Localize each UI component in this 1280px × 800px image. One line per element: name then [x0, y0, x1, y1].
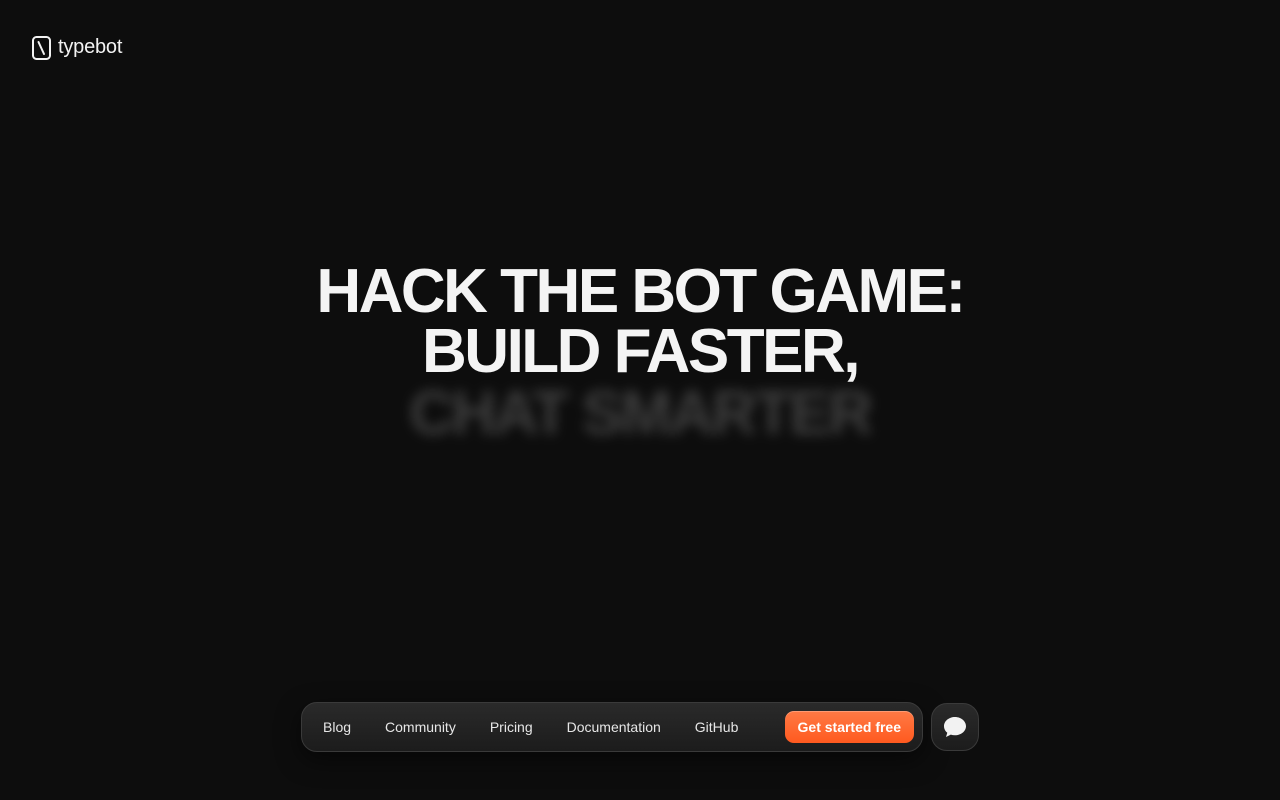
bottom-nav: Blog Community Pricing Documentation Git… [301, 702, 923, 752]
get-started-button[interactable]: Get started free [784, 711, 914, 743]
nav-link-pricing[interactable]: Pricing [473, 711, 550, 743]
nav-link-blog[interactable]: Blog [306, 711, 368, 743]
brand-logo[interactable]: typebot [32, 36, 122, 60]
hero-heading: HACK THE BOT GAME: BUILD FASTER, CHAT SM… [0, 257, 1280, 448]
typebot-logo-icon [32, 36, 51, 60]
hero-line-3: CHAT SMARTER [409, 379, 873, 448]
nav-link-documentation[interactable]: Documentation [550, 711, 678, 743]
nav-link-community[interactable]: Community [368, 711, 473, 743]
brand-name: typebot [58, 36, 123, 58]
chat-bubble-icon [944, 717, 966, 737]
hero-line-2: BUILD FASTER, [422, 317, 860, 386]
nav-link-github[interactable]: GitHub [678, 711, 756, 743]
hero-line-1: HACK THE BOT GAME: [316, 257, 966, 326]
chat-button[interactable] [931, 703, 979, 751]
